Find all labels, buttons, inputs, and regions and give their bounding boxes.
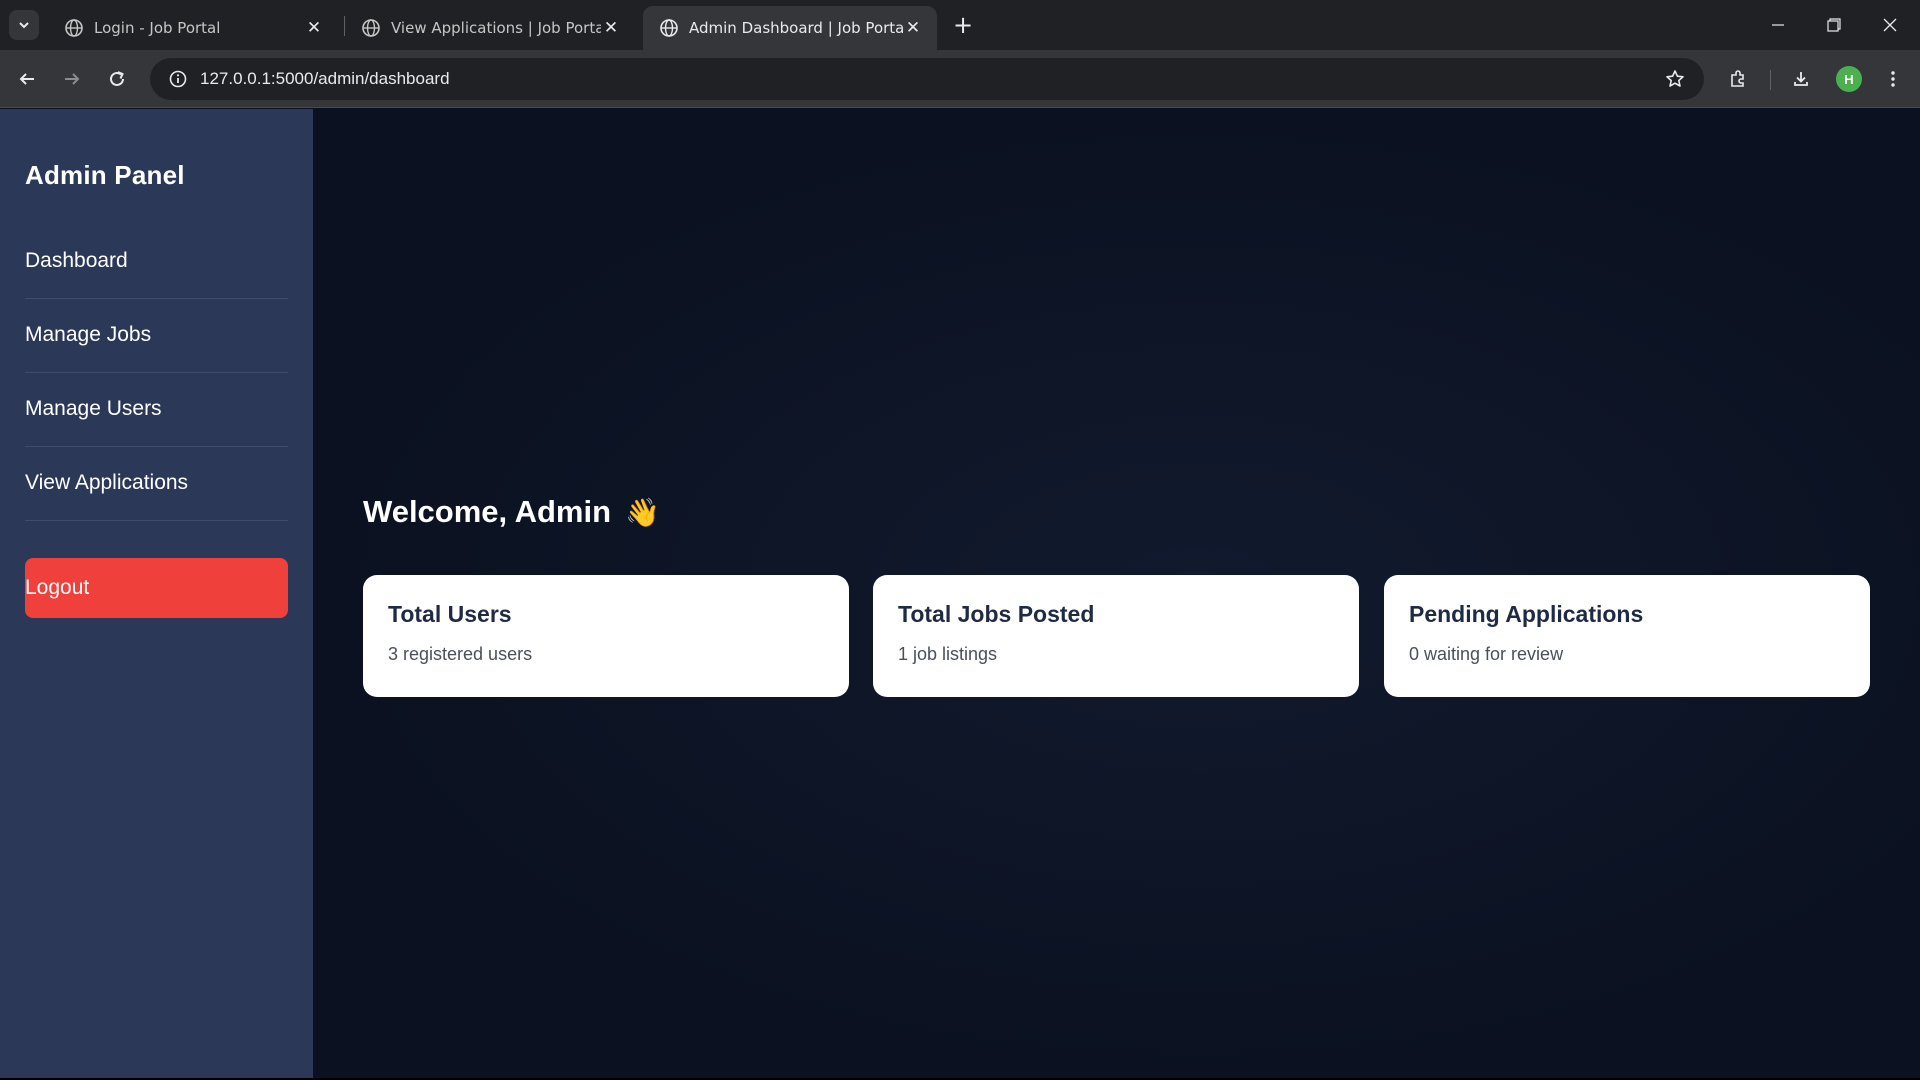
globe-icon xyxy=(362,19,380,37)
arrow-left-icon xyxy=(19,73,34,85)
restore-icon xyxy=(1827,18,1841,32)
sidebar-item-manage-users[interactable]: Manage Users xyxy=(25,373,288,447)
new-tab-button[interactable]: + xyxy=(948,10,978,40)
close-icon[interactable]: ✕ xyxy=(304,18,324,38)
site-info-icon[interactable] xyxy=(156,58,200,100)
card-value: 3 registered users xyxy=(388,644,533,664)
logout-label: Logout xyxy=(25,576,90,599)
browser-tab-strip: Login - Job Portal ✕ View Applications |… xyxy=(0,0,1920,50)
minimize-icon xyxy=(1772,24,1784,26)
tab-view-applications[interactable]: View Applications | Job Portal ✕ xyxy=(345,6,635,50)
minimize-button[interactable] xyxy=(1750,0,1806,50)
reload-button[interactable] xyxy=(100,62,134,96)
stat-card-pending-applications: Pending Applications 0 waiting for revie… xyxy=(1384,575,1870,697)
close-window-button[interactable] xyxy=(1862,0,1918,50)
profile-avatar[interactable]: H xyxy=(1836,66,1862,92)
more-menu-icon[interactable] xyxy=(1876,62,1910,96)
close-icon[interactable]: ✕ xyxy=(903,18,923,38)
tab-title: View Applications | Job Portal xyxy=(391,19,601,37)
forward-button[interactable] xyxy=(55,62,89,96)
stat-card-total-users: Total Users 3 registered users xyxy=(363,575,849,697)
welcome-heading: Welcome, Admin 👋 xyxy=(363,494,660,530)
stat-card-total-jobs: Total Jobs Posted 1 job listings xyxy=(873,575,1359,697)
sidebar-item-view-applications[interactable]: View Applications xyxy=(25,447,288,521)
card-value: 0 waiting for review xyxy=(1409,644,1564,664)
main-content: Welcome, Admin 👋 Total Users 3 registere… xyxy=(313,109,1920,1080)
restore-button[interactable] xyxy=(1806,0,1862,50)
tab-title: Login - Job Portal xyxy=(94,19,221,37)
logout-button[interactable]: Logout xyxy=(25,558,288,618)
tab-title: Admin Dashboard | Job Portal xyxy=(689,19,903,37)
card-title: Pending Applications xyxy=(1409,601,1644,627)
waving-hand-icon: 👋 xyxy=(625,496,660,528)
welcome-text: Welcome, Admin xyxy=(363,494,612,529)
tab-login[interactable]: Login - Job Portal ✕ xyxy=(48,6,338,50)
extensions-icon[interactable] xyxy=(1721,62,1755,96)
chevron-down-icon xyxy=(19,22,29,29)
globe-icon xyxy=(65,19,83,37)
card-title: Total Jobs Posted xyxy=(898,601,1095,627)
card-value: 1 job listings xyxy=(898,644,998,664)
tab-admin-dashboard[interactable]: Admin Dashboard | Job Portal ✕ xyxy=(643,6,937,50)
download-icon[interactable] xyxy=(1784,62,1818,96)
url-text[interactable]: 127.0.0.1:5000/admin/dashboard xyxy=(200,69,450,89)
card-title: Total Users xyxy=(388,601,512,627)
toolbar-divider xyxy=(1770,70,1771,90)
arrow-right-icon xyxy=(65,73,80,85)
sidebar-brand: Admin Panel xyxy=(25,160,185,190)
sidebar-item-manage-jobs[interactable]: Manage Jobs xyxy=(25,299,288,373)
plus-icon: + xyxy=(952,11,974,39)
tab-search-button[interactable] xyxy=(9,10,39,40)
close-icon[interactable]: ✕ xyxy=(601,18,621,38)
browser-toolbar: 127.0.0.1:5000/admin/dashboard xyxy=(0,50,1920,108)
bookmark-star-icon[interactable] xyxy=(1658,62,1692,96)
globe-icon xyxy=(660,19,678,37)
sidebar-item-dashboard[interactable]: Dashboard xyxy=(25,225,288,299)
close-icon xyxy=(1883,18,1897,32)
reload-icon xyxy=(110,71,124,86)
back-button[interactable] xyxy=(10,62,44,96)
sidebar: Admin Panel Dashboard Manage Jobs Manage… xyxy=(0,109,313,1080)
address-bar[interactable]: 127.0.0.1:5000/admin/dashboard xyxy=(150,58,1704,100)
